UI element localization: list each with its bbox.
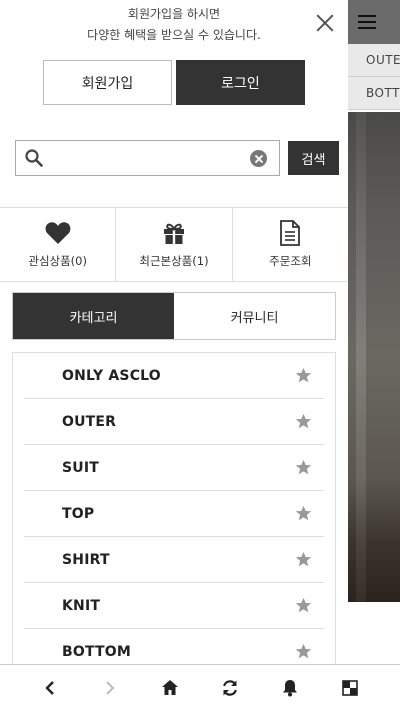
background-top-bar bbox=[348, 0, 400, 44]
refresh-icon bbox=[223, 679, 237, 696]
clear-search-icon[interactable] bbox=[250, 150, 267, 167]
gift-icon bbox=[161, 220, 187, 246]
star-icon[interactable] bbox=[295, 597, 312, 614]
order-lookup-label: 주문조회 bbox=[269, 254, 312, 268]
star-icon[interactable] bbox=[295, 367, 312, 384]
background-menu-outer[interactable]: OUTER bbox=[348, 44, 400, 77]
star-icon[interactable] bbox=[295, 413, 312, 430]
category-label: SHIRT bbox=[62, 551, 110, 568]
login-button[interactable]: 로그인 bbox=[176, 60, 305, 105]
star-icon[interactable] bbox=[295, 459, 312, 476]
category-item-bottom[interactable]: BOTTOM bbox=[24, 629, 324, 664]
background-page: OUTER BOTTOM bbox=[348, 0, 400, 710]
search-button[interactable]: 검색 bbox=[288, 141, 339, 175]
recent-items-label: 최근본상품(1) bbox=[139, 254, 209, 268]
hamburger-icon[interactable] bbox=[358, 15, 376, 29]
category-item-only-asclo[interactable]: ONLY ASCLO bbox=[24, 353, 324, 399]
document-icon bbox=[277, 220, 303, 246]
home-icon bbox=[162, 680, 178, 695]
search-input[interactable] bbox=[50, 147, 250, 169]
category-label: KNIT bbox=[62, 597, 101, 614]
category-label: BOTTOM bbox=[62, 643, 132, 660]
category-item-suit[interactable]: SUIT bbox=[24, 445, 324, 491]
category-label: OUTER bbox=[62, 413, 117, 430]
star-icon[interactable] bbox=[295, 505, 312, 522]
category-item-knit[interactable]: KNIT bbox=[24, 583, 324, 629]
category-item-top[interactable]: TOP bbox=[24, 491, 324, 537]
star-icon[interactable] bbox=[295, 643, 312, 660]
heart-icon bbox=[45, 220, 71, 246]
close-icon[interactable] bbox=[314, 12, 336, 34]
wishlist-label: 관심상품(0) bbox=[28, 254, 87, 268]
refresh-button[interactable] bbox=[210, 668, 250, 708]
background-banner-image bbox=[348, 112, 400, 602]
promo-line-2: 다양한 혜택을 받으실 수 있습니다. bbox=[87, 28, 261, 42]
home-button[interactable] bbox=[150, 668, 190, 708]
signup-promo: 회원가입을 하시면 다양한 혜택을 받으실 수 있습니다. bbox=[0, 0, 348, 46]
back-button[interactable] bbox=[30, 668, 70, 708]
category-item-outer[interactable]: OUTER bbox=[24, 399, 324, 445]
tab-community[interactable]: 커뮤니티 bbox=[174, 293, 335, 339]
background-menu-bottom[interactable]: BOTTOM bbox=[348, 77, 400, 110]
search-box bbox=[15, 140, 280, 176]
back-icon bbox=[45, 680, 54, 695]
category-label: TOP bbox=[62, 505, 95, 522]
shortcut-bar: 관심상품(0) 최근본상품(1) 주문조회 bbox=[0, 207, 348, 282]
search-bar: 검색 bbox=[15, 140, 339, 176]
search-icon bbox=[25, 149, 43, 167]
menu-tabs: 카테고리 커뮤니티 bbox=[12, 292, 336, 340]
order-lookup-shortcut[interactable]: 주문조회 bbox=[233, 208, 348, 281]
star-icon[interactable] bbox=[295, 551, 312, 568]
wishlist-shortcut[interactable]: 관심상품(0) bbox=[0, 208, 117, 281]
auth-buttons: 회원가입 로그인 bbox=[43, 60, 305, 105]
forward-button[interactable] bbox=[90, 668, 130, 708]
category-label: ONLY ASCLO bbox=[62, 367, 161, 384]
signup-button[interactable]: 회원가입 bbox=[43, 60, 172, 105]
category-label: SUIT bbox=[62, 459, 100, 476]
promo-line-1: 회원가입을 하시면 bbox=[127, 7, 221, 21]
category-item-shirt[interactable]: SHIRT bbox=[24, 537, 324, 583]
recent-items-shortcut[interactable]: 최근본상품(1) bbox=[116, 208, 233, 281]
side-drawer: 회원가입을 하시면 다양한 혜택을 받으실 수 있습니다. 회원가입 로그인 검… bbox=[0, 0, 348, 664]
notification-button[interactable] bbox=[270, 668, 310, 708]
browser-bottom-bar bbox=[0, 664, 400, 710]
category-list: ONLY ASCLO OUTER SUIT TOP SHIRT KNIT BOT… bbox=[12, 352, 336, 664]
tabs-button[interactable] bbox=[330, 668, 370, 708]
forward-icon bbox=[106, 680, 115, 695]
tab-category[interactable]: 카테고리 bbox=[13, 293, 174, 339]
bell-icon bbox=[283, 679, 297, 696]
tabs-icon bbox=[342, 679, 358, 696]
